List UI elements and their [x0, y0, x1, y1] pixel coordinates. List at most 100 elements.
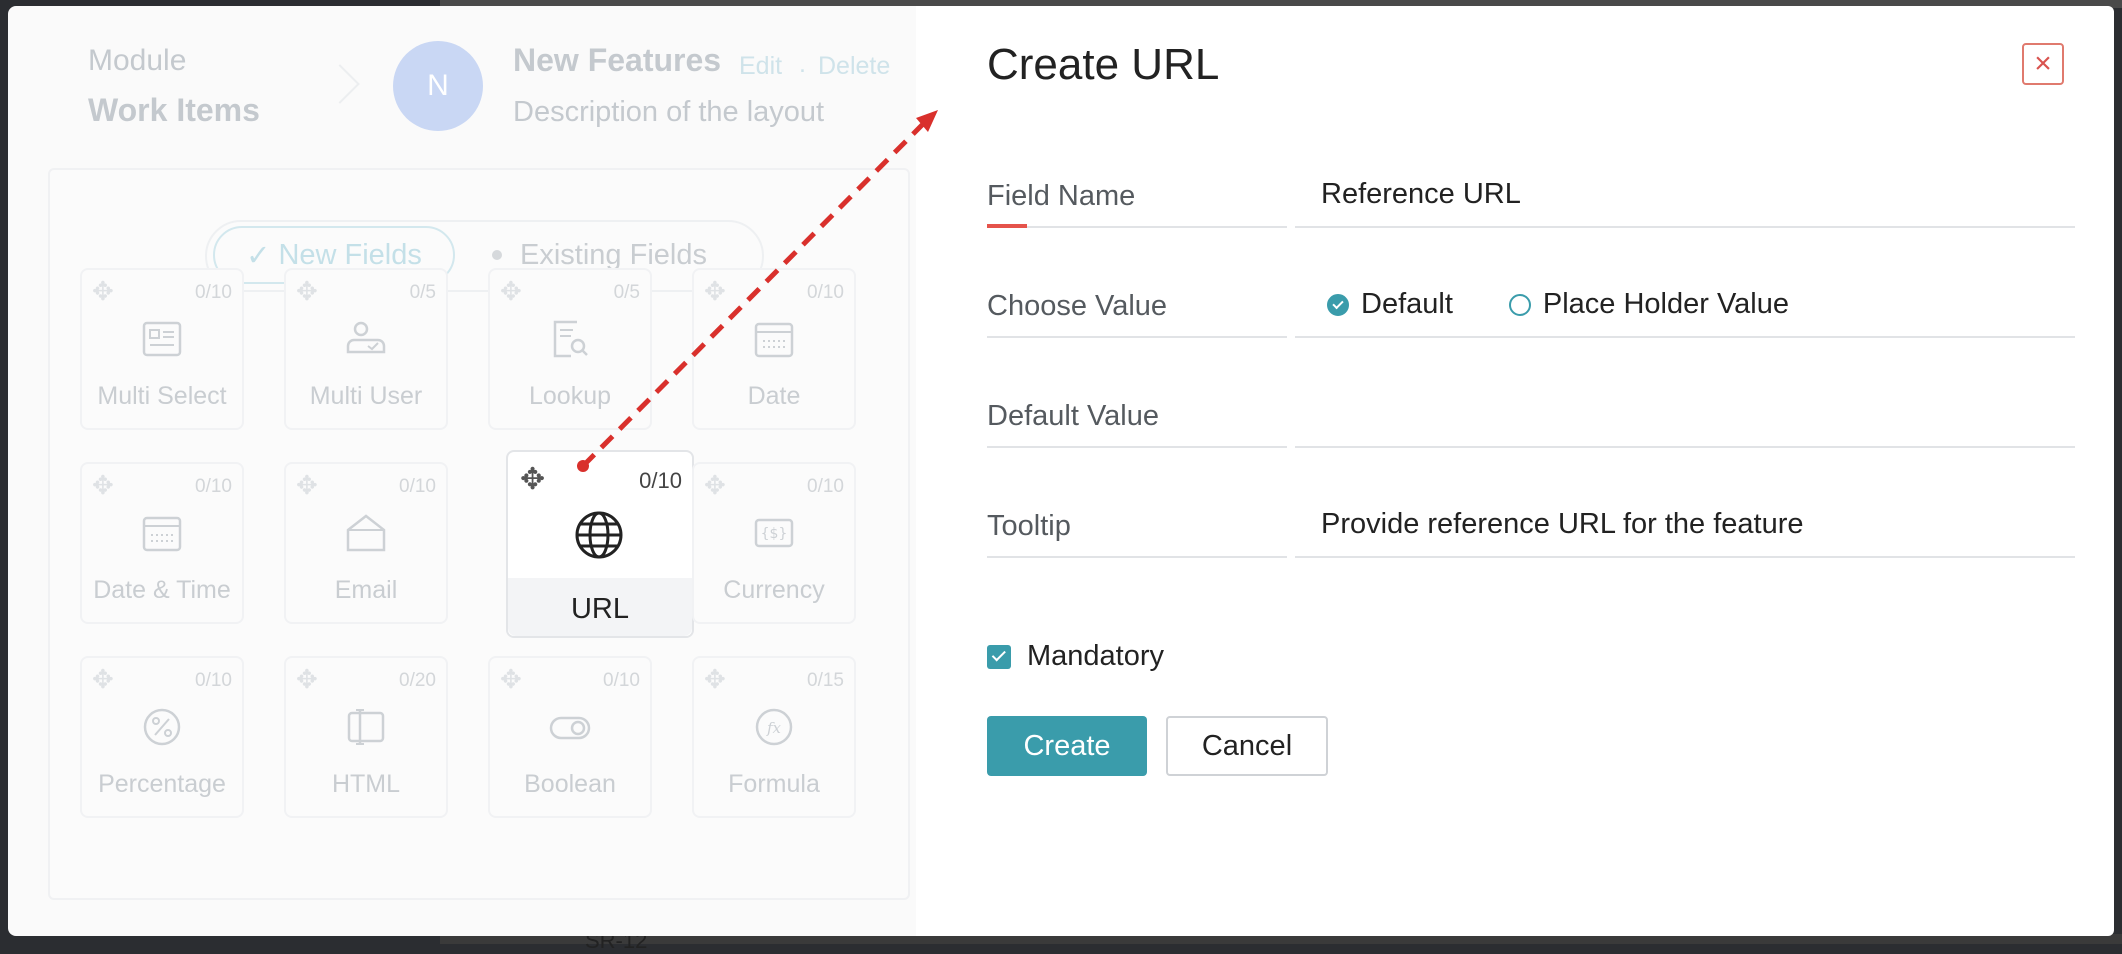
field-count: 0/10 — [195, 476, 232, 497]
drag-handle-icon[interactable]: ✥ — [296, 470, 318, 501]
field-count: 0/10 — [603, 670, 640, 691]
check-icon: ✓ — [246, 239, 271, 272]
drag-handle-icon[interactable]: ✥ — [92, 664, 114, 695]
divider — [1295, 336, 2075, 338]
drag-handle-icon[interactable]: ✥ — [92, 276, 114, 307]
radio-default-label: Default — [1361, 288, 1453, 320]
field-tile-url[interactable]: ✥ 0/10 URL — [506, 450, 694, 638]
drag-handle-icon[interactable]: ✥ — [704, 470, 726, 501]
calendar-icon — [754, 322, 794, 358]
field-name-input[interactable] — [1321, 178, 2061, 211]
link-separator: . — [799, 50, 806, 78]
fields-palette: ✓ New Fields Existing Fields ✥ 0/10 Mult… — [48, 168, 910, 900]
field-tile-email[interactable]: ✥ 0/10 Email — [284, 462, 448, 624]
field-label: Boolean — [524, 770, 616, 798]
divider — [987, 446, 1287, 448]
field-tile-date[interactable]: ✥ 0/10 Date — [692, 268, 856, 430]
default-value-row: Default Value — [987, 388, 2075, 448]
choose-value-radio-group: Default Place Holder Value — [1327, 288, 1845, 321]
calendar-time-icon — [142, 516, 182, 552]
close-button[interactable]: × — [2022, 43, 2064, 85]
divider — [1295, 556, 2075, 558]
divider — [987, 226, 1287, 228]
drag-handle-icon[interactable]: ✥ — [520, 462, 545, 497]
field-tile-multi-select[interactable]: ✥ 0/10 Multi Select — [80, 268, 244, 430]
field-count: 0/10 — [807, 282, 844, 303]
breadcrumb-chevron-icon — [320, 64, 360, 104]
layout-description: Description of the layout — [513, 96, 825, 128]
field-tile-html[interactable]: ✥ 0/20 HTML — [284, 656, 448, 818]
mandatory-checkbox-row[interactable]: Mandatory — [987, 640, 1164, 673]
field-label: Lookup — [528, 382, 612, 410]
radio-checked-icon[interactable] — [1327, 293, 1349, 316]
dialog-title: Create URL — [987, 40, 1220, 89]
create-url-dialog: Create URL × Field Name Choose Value Def… — [916, 6, 2114, 936]
new-fields-label: New Fields — [278, 238, 422, 271]
focus-indicator — [987, 224, 1027, 228]
choose-value-row: Choose Value Default Place Holder Value — [987, 278, 2075, 338]
layout-edit-link[interactable]: Edit — [739, 52, 782, 81]
radio-placeholder-value[interactable]: Place Holder Value — [1508, 288, 1789, 321]
field-tile-multi-user[interactable]: ✥ 0/5 Multi User — [284, 268, 448, 430]
drag-handle-icon[interactable]: ✥ — [704, 276, 726, 307]
field-label: Multi User — [309, 382, 423, 410]
field-tile-date-time[interactable]: ✥ 0/10 Date & Time — [80, 462, 244, 624]
drag-handle-icon[interactable]: ✥ — [500, 276, 522, 307]
mandatory-label: Mandatory — [1027, 640, 1165, 672]
choose-value-label: Choose Value — [987, 290, 1168, 322]
drag-handle-icon[interactable]: ✥ — [296, 276, 318, 307]
field-tile-boolean[interactable]: ✥ 0/10 Boolean — [488, 656, 652, 818]
currency-icon: {$} — [754, 518, 794, 548]
field-count: 0/20 — [399, 670, 436, 691]
drag-handle-icon[interactable]: ✥ — [92, 470, 114, 501]
layout-delete-link[interactable]: Delete — [818, 52, 890, 81]
field-label: Currency — [723, 576, 825, 604]
field-label: Formula — [728, 770, 820, 798]
field-tile-currency[interactable]: ✥ 0/10 {$} Currency — [692, 462, 856, 624]
toggle-icon — [549, 716, 591, 740]
field-label: URL — [570, 593, 629, 625]
mandatory-checkbox[interactable] — [987, 644, 1011, 669]
drag-handle-icon[interactable]: ✥ — [296, 664, 318, 695]
field-count: 0/10 — [399, 476, 436, 497]
radio-unchecked-icon[interactable] — [1508, 293, 1531, 316]
divider — [987, 336, 1287, 338]
module-value: Work Items — [88, 92, 260, 128]
drag-handle-icon[interactable]: ✥ — [704, 664, 726, 695]
multi-select-icon — [142, 321, 182, 357]
radio-placeholder-label: Place Holder Value — [1542, 288, 1789, 320]
email-icon — [346, 514, 386, 552]
field-name-row: Field Name — [987, 168, 2075, 228]
create-button[interactable]: Create — [987, 716, 1147, 776]
drag-handle-icon[interactable]: ✥ — [500, 664, 522, 695]
field-count: 0/10 — [195, 670, 232, 691]
field-tile-formula[interactable]: ✥ 0/15 fx Formula — [692, 656, 856, 818]
svg-text:fx: fx — [766, 719, 782, 737]
field-count: 0/5 — [409, 282, 436, 303]
layout-avatar: N — [393, 41, 483, 131]
field-tile-percentage[interactable]: ✥ 0/10 Percentage — [80, 656, 244, 818]
default-value-input[interactable] — [1321, 398, 2061, 431]
field-count: 0/10 — [195, 282, 232, 303]
field-label: Multi Select — [97, 382, 227, 410]
divider — [987, 556, 1287, 558]
field-tile-lookup[interactable]: ✥ 0/5 Lookup — [488, 268, 652, 430]
lookup-icon — [553, 320, 588, 358]
cancel-button[interactable]: Cancel — [1166, 716, 1328, 776]
close-icon: × — [2034, 47, 2052, 80]
dot-icon — [492, 250, 502, 260]
field-count: 0/10 — [639, 468, 682, 493]
existing-fields-label: Existing Fields — [520, 238, 707, 271]
field-label: HTML — [331, 770, 401, 798]
radio-default[interactable]: Default — [1327, 288, 1453, 321]
tooltip-input[interactable] — [1321, 508, 2061, 541]
module-label: Module — [88, 44, 187, 77]
divider — [1295, 226, 2075, 228]
globe-icon — [575, 511, 623, 559]
tooltip-row: Tooltip — [987, 498, 2075, 558]
default-value-label: Default Value — [987, 400, 1159, 432]
field-name-label: Field Name — [987, 180, 1136, 212]
layout-editor-panel: Module Work Items N New Features Edit . … — [8, 6, 918, 936]
layout-name: New Features — [513, 42, 722, 78]
field-count: 0/10 — [807, 476, 844, 497]
